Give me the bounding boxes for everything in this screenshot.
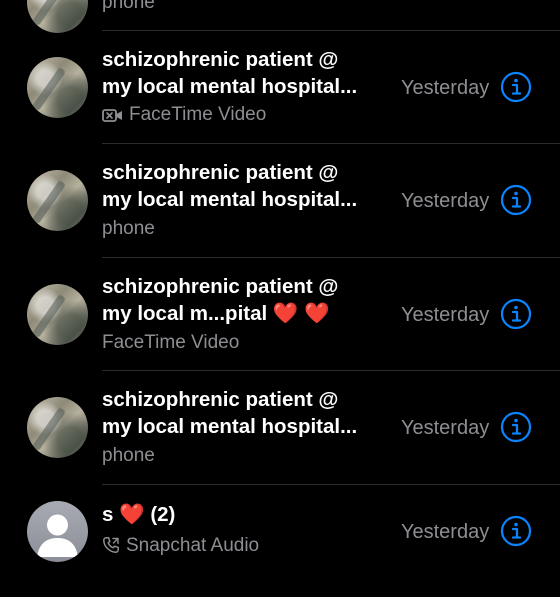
call-time: Yesterday	[401, 521, 490, 543]
call-type: FaceTime Video	[102, 103, 266, 130]
call-time: Yesterday	[401, 190, 490, 212]
info-icon[interactable]	[500, 411, 532, 443]
call-type-label: phone	[102, 445, 155, 466]
person-silhouette-icon	[37, 514, 78, 557]
call-time: Yesterday	[401, 417, 490, 439]
contact-avatar	[27, 57, 88, 118]
call-type-label: FaceTime Video	[129, 104, 267, 125]
call-row[interactable]: s ❤️ (2) Snapchat Audio Yesterday	[0, 484, 560, 597]
call-type-label: Snapchat Audio	[126, 535, 260, 556]
call-row[interactable]: schizophrenic patient @ my local mental …	[0, 370, 560, 483]
call-type-label: phone	[102, 0, 155, 13]
contact-avatar-placeholder	[27, 501, 88, 562]
recent-calls-list: phone schizophrenic patient @ my local m…	[0, 0, 560, 562]
contact-avatar	[27, 284, 88, 345]
info-icon[interactable]	[500, 184, 532, 216]
contact-name-line1: s ❤️ (2)	[102, 503, 176, 526]
call-time: Yesterday	[401, 304, 490, 326]
call-row[interactable]: schizophrenic patient @ my local m...pit…	[0, 257, 560, 370]
contact-name-line2: my local mental hospital...	[102, 75, 358, 98]
info-icon[interactable]	[500, 71, 532, 103]
info-icon[interactable]	[500, 298, 532, 330]
contact-name-line2: my local m...pital ❤️ ❤️	[102, 302, 330, 325]
call-type-label: phone	[102, 218, 155, 239]
call-row[interactable]: schizophrenic patient @ my local mental …	[0, 30, 560, 143]
call-time: Yesterday	[401, 77, 490, 99]
call-type: Snapchat Audio	[102, 534, 259, 561]
contact-avatar	[27, 397, 88, 458]
contact-name-line2: my local mental hospital...	[102, 415, 358, 438]
call-row[interactable]: schizophrenic patient @ my local mental …	[0, 143, 560, 256]
phone-handset-icon	[102, 536, 120, 561]
contact-name-line1: schizophrenic patient @	[102, 275, 339, 298]
contact-name-line1: schizophrenic patient @	[102, 48, 339, 71]
info-icon[interactable]	[500, 515, 532, 547]
contact-name-line1: schizophrenic patient @	[102, 161, 339, 184]
contact-avatar	[27, 170, 88, 231]
video-camera-icon	[102, 106, 123, 130]
call-type-label: FaceTime Video	[102, 332, 240, 353]
contact-avatar	[27, 0, 88, 33]
contact-name-line2: my local mental hospital...	[102, 188, 358, 211]
contact-name-line1: schizophrenic patient @	[102, 388, 339, 411]
